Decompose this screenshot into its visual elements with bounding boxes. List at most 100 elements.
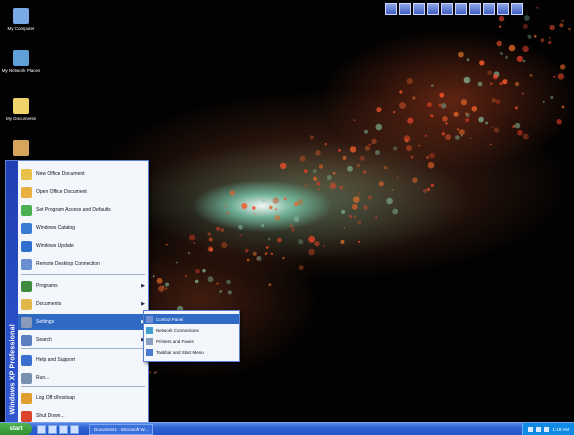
quick-launch-tray [385,3,523,15]
submenu-item-label: Control Panel [156,316,184,322]
top-tray-icon[interactable] [413,3,425,15]
tray-network-icon[interactable] [528,426,534,432]
menu-item-log-off[interactable]: Log Off clhostsap [18,390,148,406]
submenu-item-network-connections[interactable]: Network Connections [144,325,239,335]
desktop-icon-label: My Documents [5,116,36,121]
galaxy-star [315,150,321,156]
galaxy-star [303,169,308,174]
galaxy-star [441,132,446,136]
galaxy-star [453,111,459,117]
galaxy-star [375,216,378,219]
menu-item-label: Remote Desktop Connection [36,261,100,267]
galaxy-star [244,248,249,253]
menu-separator [21,274,145,275]
galaxy-star [278,193,281,196]
top-tray-icon[interactable] [455,3,467,15]
quick-launch-icon[interactable] [37,424,46,434]
galaxy-star [299,155,306,162]
menu-item-windows-catalog[interactable]: Windows Catalog [18,220,148,236]
galaxy-star [277,237,282,243]
menu-item-search[interactable]: Search▶ [18,332,148,348]
galaxy-star [193,242,196,245]
galaxy-star [225,204,228,208]
galaxy-star [498,16,505,22]
submenu-item-taskbar-start-menu[interactable]: Taskbar and Start Menu [144,347,239,357]
menu-item-new-office-document[interactable]: New Office Document [18,166,148,182]
taskbar: start Document1 - Microsoft W... 1:18 AM [0,422,574,435]
set-program-access-icon [21,204,32,216]
menu-item-settings[interactable]: Settings▶ [18,314,148,330]
tray-security-icon[interactable] [544,426,550,432]
my-documents-icon[interactable]: My Documents [0,98,42,122]
galaxy-star [227,290,232,295]
galaxy-star [220,228,225,232]
galaxy-star [458,51,464,58]
top-tray-icon[interactable] [399,3,411,15]
galaxy-star [165,287,168,290]
galaxy-star [274,215,281,221]
galaxy-star [357,220,362,225]
galaxy-star [243,216,245,219]
taskbar-word-button[interactable]: Document1 - Microsoft W... [89,423,154,435]
menu-item-programs[interactable]: Programs ▶ [18,278,148,294]
menu-item-help-support[interactable]: Help and Support [18,352,148,368]
galaxy-star [376,107,382,113]
galaxy-star [194,279,199,284]
menu-item-remote-desktop[interactable]: Remote Desktop Connection [18,256,148,272]
galaxy-star [359,155,365,161]
menu-item-label: New Office Document [36,171,85,177]
top-tray-icon[interactable] [497,3,509,15]
galaxy-star [152,275,155,278]
galaxy-star [427,102,432,108]
windows-catalog-icon [21,222,32,234]
menu-item-run[interactable]: Run... [18,370,148,386]
menu-item-open-office-document[interactable]: Open Office Document [18,184,148,200]
galaxy-star [264,252,268,255]
galaxy-star [318,164,324,169]
start-button[interactable]: start [0,423,32,435]
tray-volume-icon[interactable] [536,426,542,432]
settings-icon [21,316,32,328]
galaxy-star [455,135,460,140]
galaxy-star [343,227,346,229]
recycle-bin-icon[interactable] [0,140,42,158]
galaxy-star [165,243,168,246]
submenu-item-printers-faxes[interactable]: Printers and Faxes [144,336,239,346]
top-tray-icon[interactable] [511,3,523,15]
my-network-places-icon[interactable]: My Network Places [0,50,42,74]
programs-icon [21,280,32,292]
galaxy-star [463,76,471,84]
top-tray-icon[interactable] [469,3,481,15]
galaxy-star [548,37,551,39]
menu-item-documents[interactable]: Documents ▶ [18,296,148,312]
galaxy-star [329,182,337,189]
top-tray-icon[interactable] [441,3,453,15]
galaxy-star [308,235,316,243]
clock[interactable]: 1:18 AM [552,427,569,432]
galaxy-star [412,177,418,183]
galaxy-star [426,187,430,191]
galaxy-star [316,181,321,186]
menu-item-label: Log Off clhostsap [36,395,75,401]
menu-item-set-program-access[interactable]: Set Program Access and Defaults [18,202,148,218]
top-tray-icon[interactable] [483,3,495,15]
galaxy-star [559,23,564,28]
galaxy-star [490,82,493,85]
my-computer-icon[interactable]: My Computer [0,8,42,32]
menu-item-windows-update[interactable]: Windows Update [18,238,148,254]
galaxy-star [521,92,524,95]
open-office-document-icon [21,186,32,198]
quick-launch-icon[interactable] [70,424,79,434]
top-tray-icon[interactable] [427,3,439,15]
galaxy-star [471,106,478,112]
windows-update-icon [21,240,32,252]
galaxy-star [342,155,347,160]
quick-launch-icon[interactable] [59,424,68,434]
chevron-right-icon: ▶ [141,301,145,307]
submenu-item-control-panel[interactable]: Control Panel [144,314,239,324]
galaxy-star [313,176,318,182]
quick-launch-icon[interactable] [48,424,57,434]
galaxy-star [241,203,248,209]
top-tray-icon[interactable] [385,3,397,15]
galaxy-star [207,276,214,283]
